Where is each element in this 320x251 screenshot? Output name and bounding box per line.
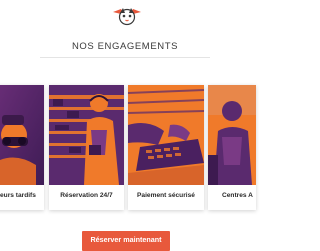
commitment-card-secure-payment[interactable]: Paiement sécurisé [128,85,204,210]
support-agent-photo-image [49,85,124,185]
commitment-card-late-hours[interactable]: eurs tardifs [0,85,44,210]
laptop-hands-photo-image [128,85,204,185]
section-title: NOS ENGAGEMENTS [71,41,179,52]
office-person-photo-image [208,85,256,185]
card-label: eurs tardifs [0,192,36,199]
fox-logo-icon[interactable] [111,6,143,26]
card-label: Paiement sécurisé [137,192,195,199]
commitment-card-booking-247[interactable]: Réservation 24/7 [49,85,124,210]
title-divider [40,57,210,58]
card-label: Centres A [222,192,253,199]
card-label: Réservation 24/7 [60,192,113,199]
commitment-card-centres[interactable]: Centres A [208,85,256,210]
book-now-button[interactable]: Réserver maintenant [82,231,170,251]
binoculars-photo-image [0,85,44,185]
